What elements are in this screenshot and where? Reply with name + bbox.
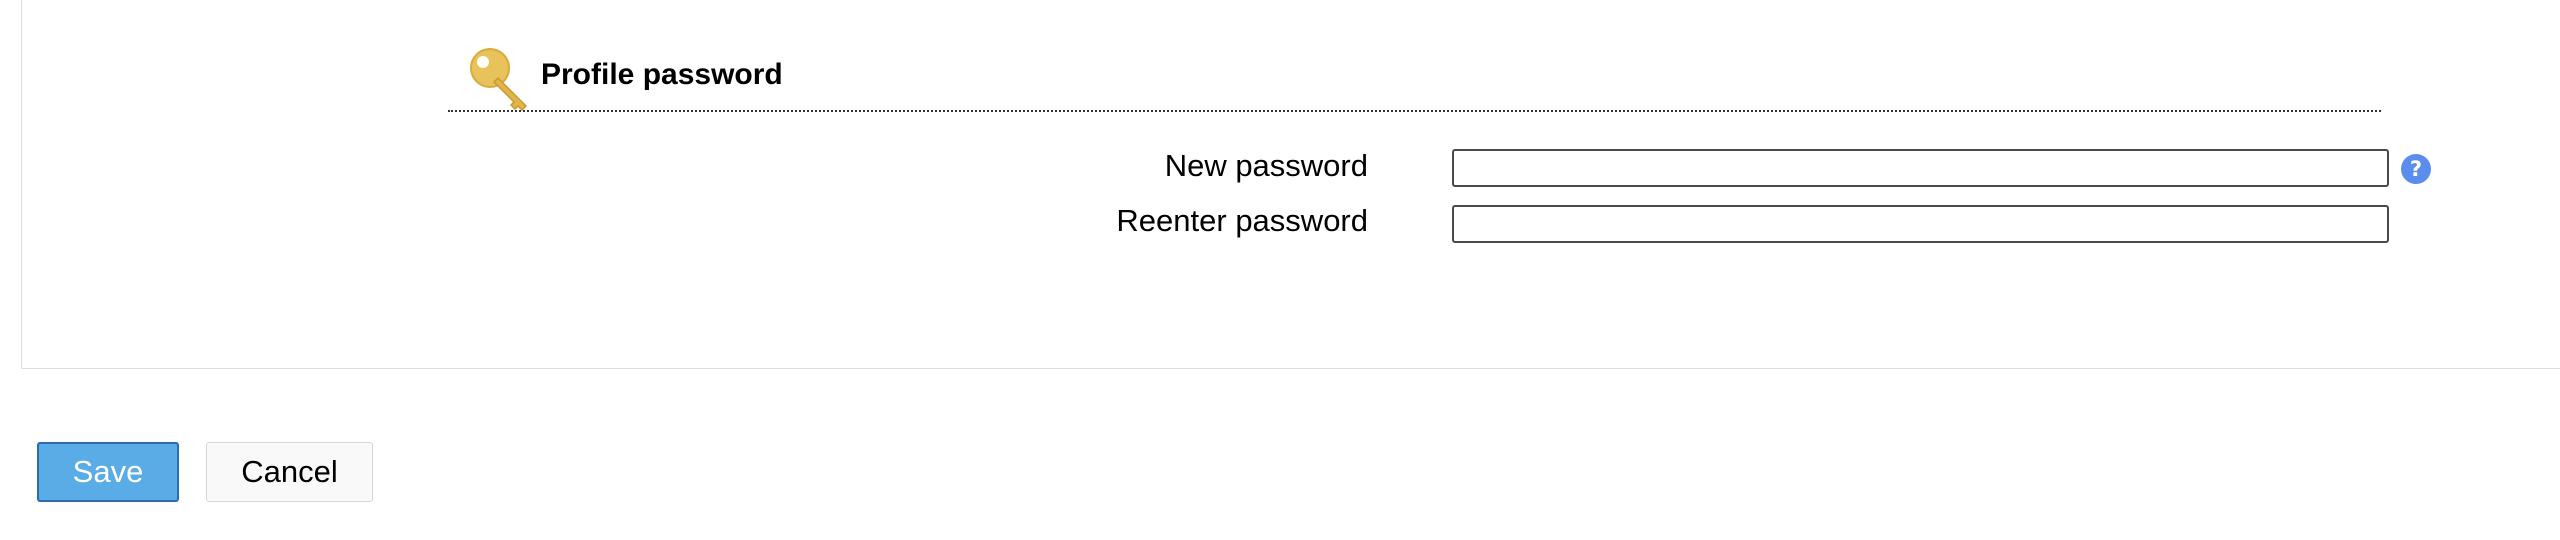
save-button[interactable]: Save xyxy=(37,442,179,502)
section-header: Profile password xyxy=(448,44,2381,112)
question-mark-icon[interactable]: ? xyxy=(2401,154,2431,184)
section-title: Profile password xyxy=(541,58,783,91)
key-icon xyxy=(470,48,528,112)
new-password-input[interactable] xyxy=(1452,149,2389,187)
reenter-password-input[interactable] xyxy=(1452,205,2389,243)
new-password-label: New password xyxy=(1164,148,1368,183)
reenter-password-label: Reenter password xyxy=(1116,203,1368,238)
settings-panel: Profile password New password ? Reenter … xyxy=(21,0,2560,369)
cancel-button[interactable]: Cancel xyxy=(206,442,373,502)
